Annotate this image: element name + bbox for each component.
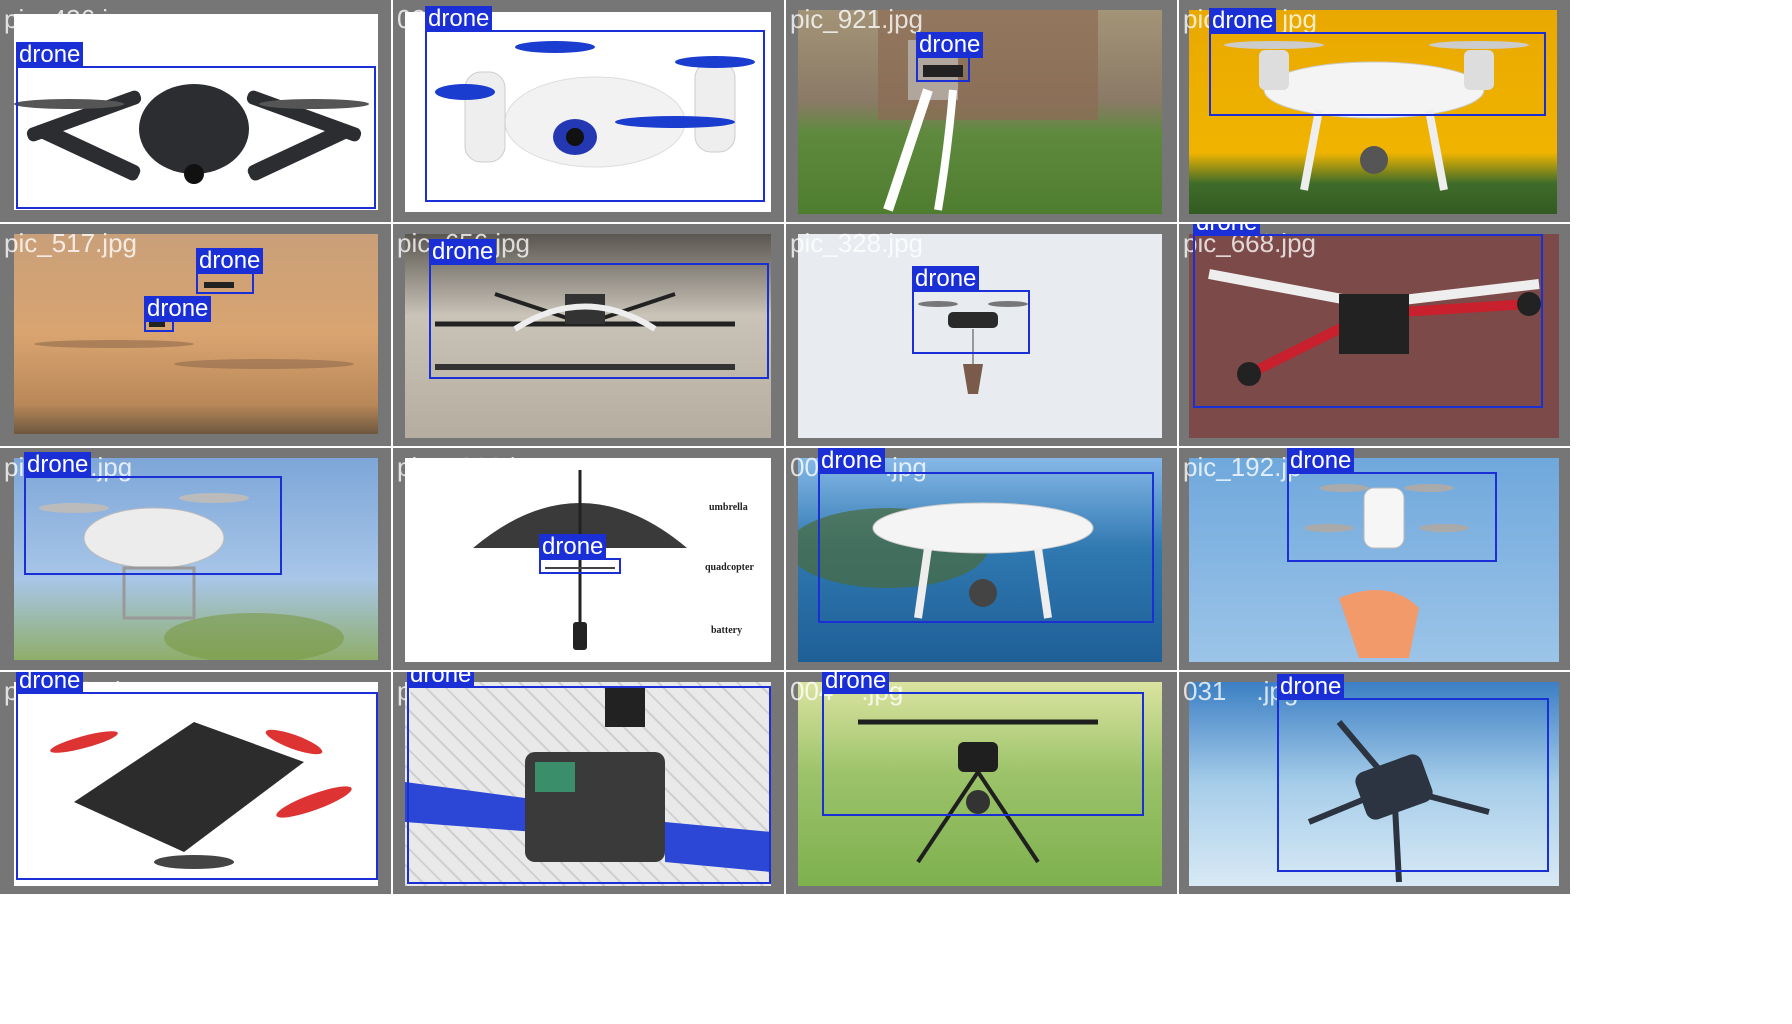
mosaic-cell: 00 .jpg drone (786, 448, 1177, 670)
bounding-box: drone (539, 534, 621, 574)
mosaic-cell: p drone (393, 672, 784, 894)
mosaic-cell: pic_192.jp drone (1179, 448, 1570, 670)
bounding-box: drone (144, 296, 212, 332)
mosaic-cell: pic_668.jpg drone (1179, 224, 1570, 446)
filename-label: pic_1036.jpg (397, 452, 545, 482)
bounding-box: drone (818, 448, 1154, 623)
filename-label: pic_921.jpg (790, 4, 923, 34)
filename-label: pic_436.jpg (4, 4, 137, 34)
bounding-box: drone (429, 239, 769, 379)
bounding-box: drone (1193, 224, 1543, 408)
class-label: drone (818, 448, 886, 474)
bounding-box: drone (912, 266, 1030, 354)
annotation-text: umbrella (709, 502, 748, 513)
filename-label: pic_517.jpg (4, 228, 137, 258)
class-label: drone (144, 296, 212, 322)
class-label: drone (1277, 674, 1345, 700)
mosaic-cell: pi .jpg drone (0, 448, 391, 670)
mosaic-cell: pic_1135.jpg drone (0, 672, 391, 894)
class-label: drone (425, 6, 493, 32)
bounding-box: drone (1277, 674, 1549, 872)
bounding-box: drone (425, 6, 765, 202)
class-label: drone (16, 42, 84, 68)
bounding-box: drone (822, 672, 1144, 816)
bounding-box: drone (407, 672, 771, 884)
bounding-box: drone (1287, 448, 1497, 562)
mosaic-cell: 03 drone (393, 0, 784, 222)
mosaic-cell: pic_328.jpg drone (786, 224, 1177, 446)
class-label: drone (16, 672, 84, 694)
mosaic-cell: pic jpg drone (1179, 0, 1570, 222)
bounding-box: drone (24, 452, 282, 575)
filename-label: pic_192.jp (1183, 452, 1302, 482)
annotation-text: quadcopter (705, 562, 754, 573)
bounding-box: drone (196, 248, 264, 294)
class-label: drone (1193, 224, 1261, 236)
mosaic-cell: 004.jpg drone (786, 672, 1177, 894)
class-label: drone (916, 32, 984, 58)
bounding-box: drone (16, 672, 378, 880)
class-label: drone (429, 239, 497, 265)
mosaic-cell: pic_517.jpg drone drone (0, 224, 391, 446)
class-label: drone (822, 672, 890, 694)
filename-label: pic_328.jpg (790, 228, 923, 258)
class-label: drone (912, 266, 980, 292)
mosaic-cell: pic_436.jpg drone (0, 0, 391, 222)
bounding-box: drone (1209, 8, 1546, 116)
mosaic-cell: 031.jpg drone (1179, 672, 1570, 894)
bounding-box: drone (916, 32, 984, 82)
filename-label: 03 (397, 4, 426, 34)
class-label: drone (407, 672, 475, 688)
mosaic-cell: umbrella quadcopter battery pic_1036.jpg… (393, 448, 784, 670)
class-label: drone (539, 534, 607, 560)
class-label: drone (1209, 8, 1277, 34)
mosaic-cell: pic_921.jpg drone (786, 0, 1177, 222)
bounding-box: drone (16, 42, 376, 209)
annotation-text: battery (711, 625, 743, 636)
class-label: drone (24, 452, 92, 478)
detection-mosaic: pic_436.jpg drone 03 drone pic_921.jpg d… (0, 0, 1792, 1024)
mosaic-cell: pic_656.jpg drone (393, 224, 784, 446)
class-label: drone (1287, 448, 1355, 474)
class-label: drone (196, 248, 264, 274)
